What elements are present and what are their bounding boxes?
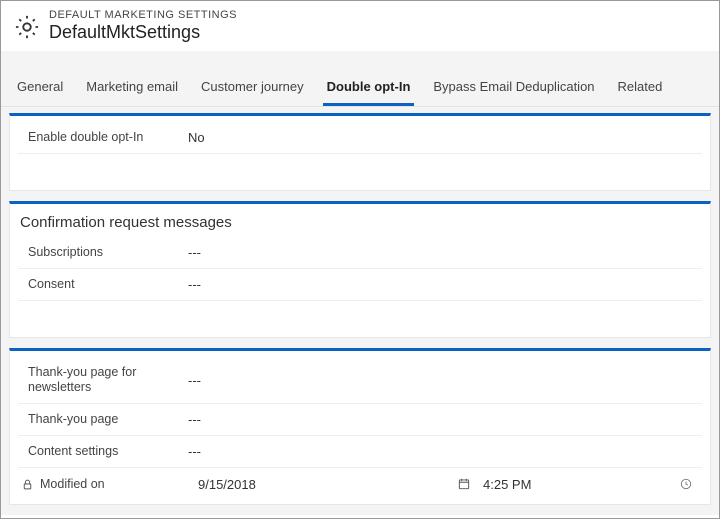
- value-content-settings: ---: [188, 444, 201, 459]
- calendar-icon[interactable]: [453, 477, 475, 491]
- tab-related[interactable]: Related: [614, 73, 667, 106]
- value-modified-date[interactable]: 9/15/2018: [188, 477, 453, 492]
- value-thankyou-newsletters: ---: [188, 373, 201, 388]
- value-thankyou-page: ---: [188, 412, 201, 427]
- panel-container: Enable double opt-In No Confirmation req…: [1, 107, 719, 515]
- panel-opt-in: Enable double opt-In No: [9, 113, 711, 191]
- label-subscriptions: Subscriptions: [28, 245, 188, 260]
- label-thankyou-page: Thank-you page: [28, 412, 188, 427]
- form-header: DEFAULT MARKETING SETTINGS DefaultMktSet…: [1, 1, 719, 51]
- page-title: DefaultMktSettings: [49, 22, 237, 43]
- field-enable-double-opt-in[interactable]: Enable double opt-In No: [18, 122, 702, 154]
- empty-row: [18, 301, 702, 333]
- tab-general[interactable]: General: [13, 73, 67, 106]
- field-content-settings[interactable]: Content settings ---: [18, 436, 702, 468]
- empty-row: [18, 154, 702, 186]
- field-modified-on: Modified on 9/15/2018 4:25 PM: [18, 468, 702, 500]
- tab-bypass-dedup[interactable]: Bypass Email Deduplication: [429, 73, 598, 106]
- tab-double-opt-in[interactable]: Double opt-In: [323, 73, 415, 106]
- settings-form: DEFAULT MARKETING SETTINGS DefaultMktSet…: [0, 0, 720, 519]
- label-thankyou-newsletters: Thank-you page for newsletters: [28, 365, 188, 395]
- label-enable-double-opt-in: Enable double opt-In: [28, 130, 188, 145]
- value-subscriptions: ---: [188, 245, 201, 260]
- gear-icon: [13, 13, 41, 41]
- entity-type-label: DEFAULT MARKETING SETTINGS: [49, 9, 237, 21]
- section-title-confirmation: Confirmation request messages: [18, 210, 702, 237]
- field-subscriptions[interactable]: Subscriptions ---: [18, 237, 702, 269]
- clock-icon[interactable]: [676, 477, 702, 491]
- panel-confirmation-messages: Confirmation request messages Subscripti…: [9, 201, 711, 338]
- field-thankyou-newsletters[interactable]: Thank-you page for newsletters ---: [18, 357, 702, 404]
- label-consent: Consent: [28, 277, 188, 292]
- field-consent[interactable]: Consent ---: [18, 269, 702, 301]
- label-content-settings: Content settings: [28, 444, 188, 459]
- tab-marketing-email[interactable]: Marketing email: [82, 73, 182, 106]
- value-modified-time[interactable]: 4:25 PM: [475, 477, 676, 492]
- tab-bar: General Marketing email Customer journey…: [1, 51, 719, 107]
- lock-icon: [18, 478, 36, 491]
- label-modified-on: Modified on: [36, 477, 188, 492]
- panel-pages: Thank-you page for newsletters --- Thank…: [9, 348, 711, 505]
- tab-customer-journey[interactable]: Customer journey: [197, 73, 308, 106]
- value-consent: ---: [188, 277, 201, 292]
- value-enable-double-opt-in: No: [188, 130, 205, 145]
- field-thankyou-page[interactable]: Thank-you page ---: [18, 404, 702, 436]
